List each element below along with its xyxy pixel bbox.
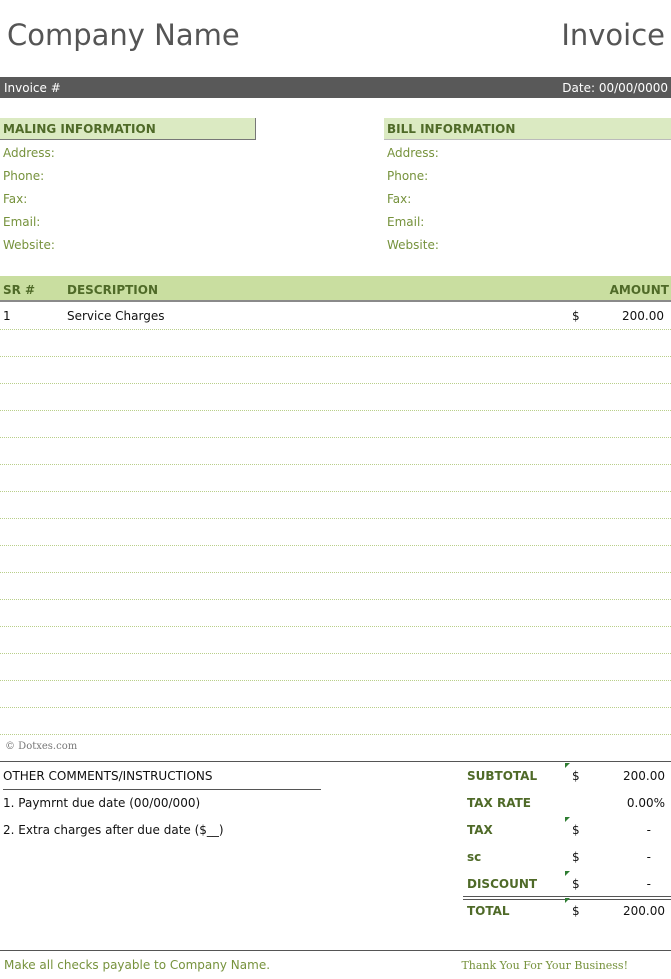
table-row [0, 357, 671, 384]
invoice-date: Date: 00/00/0000 [562, 81, 668, 95]
subtotal-label: SUBTOTAL [467, 769, 538, 783]
bill-website: Website: [387, 238, 439, 252]
table-row [0, 330, 671, 357]
bill-address: Address: [387, 146, 439, 160]
table-row: 1 Service Charges $200.00 [0, 303, 671, 330]
table-row [0, 384, 671, 411]
tax-value: - [646, 823, 651, 837]
discount-value: - [646, 877, 651, 891]
row-description: Service Charges [67, 309, 165, 323]
table-row [0, 492, 671, 519]
sc-value: - [646, 850, 651, 864]
row-amount: 200.00 [622, 309, 664, 323]
table-row [0, 573, 671, 600]
col-amount-header: AMOUNT [609, 283, 669, 297]
mailing-email: Email: [3, 215, 41, 229]
tax-rate-label: TAX RATE [467, 796, 531, 810]
tax-rate-value: 0.00% [626, 796, 665, 810]
table-row [0, 681, 671, 708]
mailing-website: Website: [3, 238, 55, 252]
discount-currency: $ [572, 877, 580, 891]
cell-note-marker [565, 871, 570, 876]
table-row [0, 519, 671, 546]
row-currency: $ [572, 309, 580, 323]
subtotal-currency: $ [572, 769, 580, 783]
company-name: Company Name [7, 18, 240, 52]
items-table-header: SR # DESCRIPTION AMOUNT [0, 276, 671, 302]
total-label: TOTAL [467, 904, 510, 918]
footer-rule [0, 950, 671, 951]
invoice-number-label: Invoice # [4, 81, 61, 95]
mailing-phone: Phone: [3, 169, 45, 183]
bill-info-header: BILL INFORMATION [384, 118, 671, 140]
invoice-band: Invoice # Date: 00/00/0000 [0, 77, 671, 98]
discount-label: DISCOUNT [467, 877, 538, 891]
total-value: 200.00 [623, 904, 665, 918]
thank-you-note: Thank You For Your Business! [461, 959, 628, 972]
document-title: Invoice [561, 18, 665, 52]
sc-currency: $ [572, 850, 580, 864]
table-row [0, 654, 671, 681]
bill-email: Email: [387, 215, 425, 229]
col-sr-header: SR # [3, 283, 36, 297]
comment-item: 1. Paymrnt due date (00/00/000) [3, 796, 201, 810]
table-row [0, 627, 671, 654]
table-row [0, 600, 671, 627]
payment-note: Make all checks payable to Company Name. [4, 958, 271, 972]
tax-label: TAX [467, 823, 493, 837]
bill-phone: Phone: [387, 169, 429, 183]
table-row [0, 708, 671, 735]
bill-fax: Fax: [387, 192, 412, 206]
subtotal-value: 200.00 [623, 769, 665, 783]
table-row [0, 465, 671, 492]
sc-label: sc [467, 850, 482, 864]
comment-item: 2. Extra charges after due date ($__) [3, 823, 224, 837]
mailing-info-header: MALING INFORMATION [0, 118, 256, 140]
table-row [0, 438, 671, 465]
watermark: © Dotxes.com [5, 741, 78, 752]
row-sr: 1 [3, 309, 11, 323]
divider [0, 761, 671, 762]
cell-note-marker [565, 763, 570, 768]
cell-note-marker [565, 817, 570, 822]
mailing-address: Address: [3, 146, 55, 160]
total-rule [463, 896, 671, 897]
table-row [0, 546, 671, 573]
cell-note-marker [565, 898, 570, 903]
table-row [0, 411, 671, 438]
total-currency: $ [572, 904, 580, 918]
comments-title: OTHER COMMENTS/INSTRUCTIONS [3, 769, 321, 790]
mailing-fax: Fax: [3, 192, 28, 206]
tax-currency: $ [572, 823, 580, 837]
col-description-header: DESCRIPTION [67, 283, 159, 297]
